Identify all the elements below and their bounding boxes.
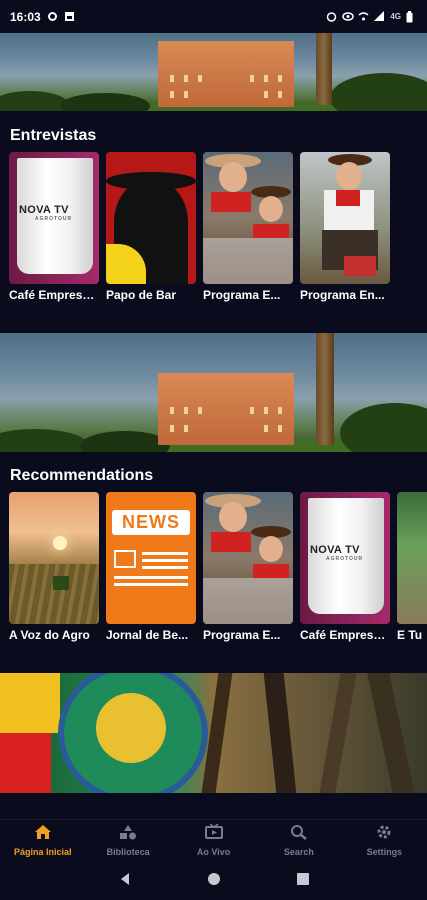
nav-ao-vivo[interactable]: Ao Vivo: [171, 820, 256, 861]
nav-label: Página Inicial: [13, 847, 72, 857]
nova-tv-logo: NOVA TV AGROTOUR: [310, 544, 364, 562]
thumbnail: [203, 492, 293, 624]
card-label: Jornal de Be...: [106, 628, 189, 642]
card-jornal-de-be[interactable]: NEWS Jornal de Be...: [106, 492, 196, 642]
news-logo: NEWS: [112, 510, 190, 535]
eye-icon: [342, 11, 355, 22]
section-title-recommendations: Recommendations: [10, 467, 154, 484]
nav-label: Settings: [366, 847, 403, 857]
library-icon: [119, 824, 137, 844]
status-bar: 16:03 4G: [0, 0, 427, 33]
thumbnail: NOVA TV AGROTOUR: [300, 492, 390, 624]
network-4g-icon: 4G: [390, 12, 401, 21]
card-papo-de-bar[interactable]: Papo de Bar: [106, 152, 196, 302]
image-icon: [64, 11, 75, 22]
search-icon: [290, 824, 308, 844]
card-label: Café Empresarial: [9, 288, 99, 302]
thumbnail: [203, 152, 293, 284]
card-e-tu[interactable]: E Tu: [397, 492, 427, 642]
nav-label: Ao Vivo: [196, 847, 231, 857]
settings-icon: [47, 11, 58, 22]
card-a-voz-do-agro[interactable]: A Voz do Agro: [9, 492, 99, 642]
bottom-nav: Página Inicial Biblioteca Ao Vivo Search…: [0, 819, 427, 861]
card-label: Programa En...: [300, 288, 385, 302]
nav-biblioteca[interactable]: Biblioteca: [85, 820, 170, 861]
nav-label: Search: [283, 847, 314, 857]
card-cafe-empresarial-2[interactable]: NOVA TV AGROTOUR Café Empresarial: [300, 492, 390, 642]
home-circle-icon[interactable]: [207, 872, 221, 889]
nav-search[interactable]: Search: [256, 820, 341, 861]
thumbnail: [300, 152, 390, 284]
section-title-entrevistas: Entrevistas: [10, 127, 97, 144]
nova-tv-logo: NOVA TV AGROTOUR: [19, 204, 73, 222]
hero-banner-top[interactable]: [0, 33, 427, 111]
hero-banner-middle[interactable]: [0, 333, 427, 452]
live-tv-icon: [204, 823, 223, 844]
signal-icon: [374, 11, 385, 22]
card-cafe-empresarial[interactable]: NOVA TV AGROTOUR Café Empresarial: [9, 152, 99, 302]
thumbnail: [397, 492, 427, 624]
thumbnail: NOVA TV AGROTOUR: [9, 152, 99, 284]
thumbnail: NEWS: [106, 492, 196, 624]
thumbnail: [9, 492, 99, 624]
nav-label: Biblioteca: [106, 847, 150, 857]
back-icon[interactable]: [118, 872, 132, 889]
battery-icon: [406, 11, 417, 23]
card-label: A Voz do Agro: [9, 628, 90, 642]
thumbnail: [106, 152, 196, 284]
home-icon: [34, 824, 52, 844]
card-programa-e-2[interactable]: Programa E...: [203, 492, 293, 642]
card-label: Papo de Bar: [106, 288, 177, 302]
card-programa-en[interactable]: Programa En...: [300, 152, 390, 302]
wifi-call-icon: [358, 11, 369, 22]
status-time: 16:03: [10, 9, 41, 24]
card-label: Café Empresarial: [300, 628, 390, 642]
card-label: Programa E...: [203, 628, 281, 642]
card-label: E Tu: [397, 628, 423, 642]
card-label: Programa E...: [203, 288, 281, 302]
alarm-icon: [326, 11, 337, 22]
card-programa-e[interactable]: Programa E...: [203, 152, 293, 302]
hero-banner-bottom[interactable]: [0, 673, 427, 793]
recents-icon[interactable]: [296, 872, 310, 889]
gear-icon: [375, 824, 393, 844]
system-nav: [0, 861, 427, 900]
nav-pagina-inicial[interactable]: Página Inicial: [0, 820, 85, 861]
nav-settings[interactable]: Settings: [342, 820, 427, 861]
